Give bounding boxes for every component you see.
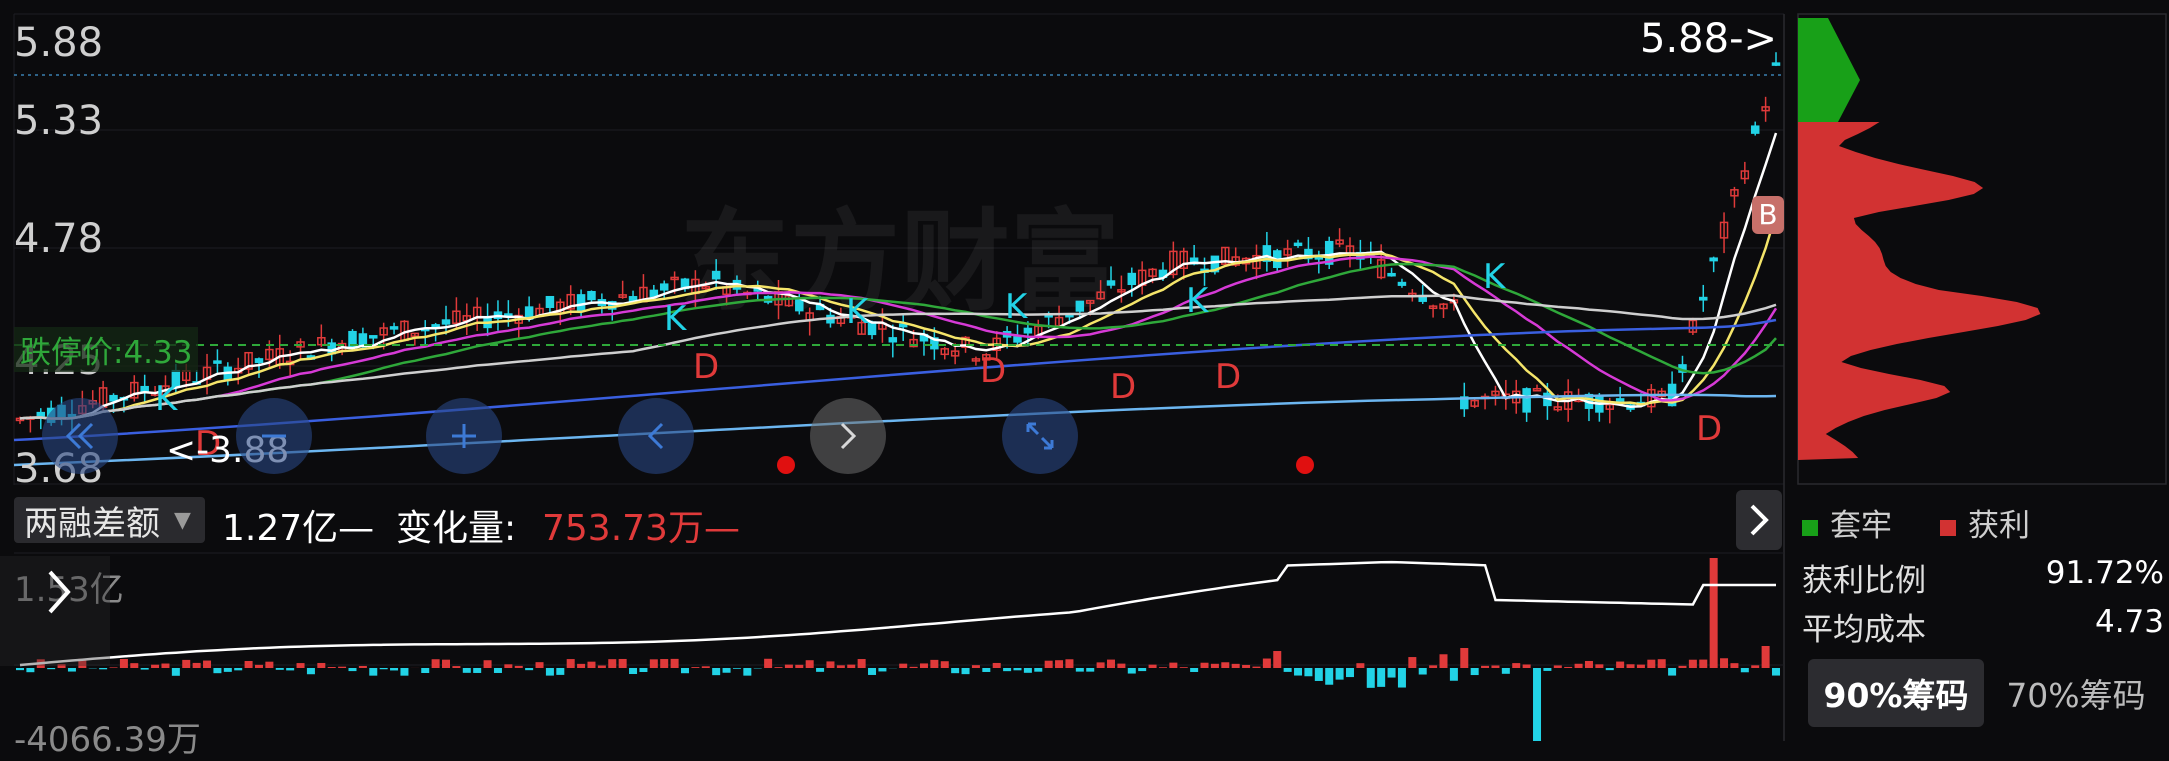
panel-expand-button[interactable] xyxy=(1736,490,1782,550)
price-label-2: 5.33 xyxy=(14,98,103,144)
buy-signal-badge: B xyxy=(1752,196,1784,234)
chevron-right-icon xyxy=(828,416,868,456)
max-price-marker: 5.88-> xyxy=(1640,16,1777,62)
scroll-to-start-button[interactable] xyxy=(42,398,118,474)
avg-cost-row: 平均成本 4.73 xyxy=(1802,604,2164,649)
plus-icon xyxy=(444,416,484,456)
chevron-left-icon xyxy=(636,416,676,456)
zoom-in-button[interactable] xyxy=(426,398,502,474)
indicator-selector[interactable]: 两融差额 ▼ xyxy=(14,497,205,543)
price-label-top: 5.88 xyxy=(14,20,103,66)
svg-text:D: D xyxy=(1110,367,1136,407)
dropdown-triangle-icon: ▼ xyxy=(174,508,191,533)
svg-text:D: D xyxy=(1696,409,1722,449)
chip-distribution-chart xyxy=(1788,0,2169,485)
profit-ratio-label: 获利比例 xyxy=(1802,555,1926,600)
indicator-change-value: 753.73万— xyxy=(542,499,740,551)
tab-70-chip[interactable]: 70%筹码 xyxy=(1988,659,2164,727)
svg-text:K: K xyxy=(1005,287,1029,327)
svg-text:K: K xyxy=(1483,257,1507,297)
svg-text:D: D xyxy=(693,347,719,387)
minus-icon xyxy=(254,416,294,456)
indicator-name: 两融差额 xyxy=(24,496,160,545)
profit-ratio-row: 获利比例 91.72% xyxy=(1802,555,2164,600)
svg-text:K: K xyxy=(846,292,870,332)
avg-cost-label: 平均成本 xyxy=(1802,604,1926,649)
svg-text:K: K xyxy=(155,379,179,419)
fullscreen-button[interactable] xyxy=(1002,398,1078,474)
indicator-collapse-button[interactable] xyxy=(0,556,110,666)
indicator-value: 1.27亿— xyxy=(222,499,374,551)
tab-90-chip[interactable]: 90%筹码 xyxy=(1808,659,1984,727)
svg-text:D: D xyxy=(980,351,1006,391)
indicator-axis-bottom: -4066.39万 xyxy=(14,712,201,761)
chip-distribution-panel: 套牢 获利 获利比例 91.72% 平均成本 4.73 90%筹码 70%筹码 xyxy=(1788,0,2169,741)
svg-text:D: D xyxy=(1215,357,1241,397)
profit-swatch xyxy=(1940,520,1956,536)
zoom-out-button[interactable] xyxy=(236,398,312,474)
svg-text:K: K xyxy=(664,299,688,339)
chevron-right-icon xyxy=(40,562,80,622)
chevron-right-icon xyxy=(1747,502,1771,538)
move-left-button[interactable] xyxy=(618,398,694,474)
limit-down-price-label: 跌停价:4.33 xyxy=(14,327,198,372)
double-chevron-left-icon xyxy=(60,416,100,456)
legend-profit: 获利 xyxy=(1940,500,2030,545)
svg-text:K: K xyxy=(1186,281,1210,321)
trapped-swatch xyxy=(1802,520,1818,536)
profit-ratio-value: 91.72% xyxy=(2046,555,2164,600)
indicator-change-label: 变化量: xyxy=(396,499,516,551)
expand-arrows-icon xyxy=(1020,416,1060,456)
price-label-3: 4.78 xyxy=(14,216,103,262)
avg-cost-value: 4.73 xyxy=(2095,604,2164,649)
legend-trapped: 套牢 xyxy=(1802,500,1892,545)
move-right-button[interactable] xyxy=(810,398,886,474)
kline-chart[interactable]: 东方财富 KKKKKKDDDDDD xyxy=(0,0,1786,741)
